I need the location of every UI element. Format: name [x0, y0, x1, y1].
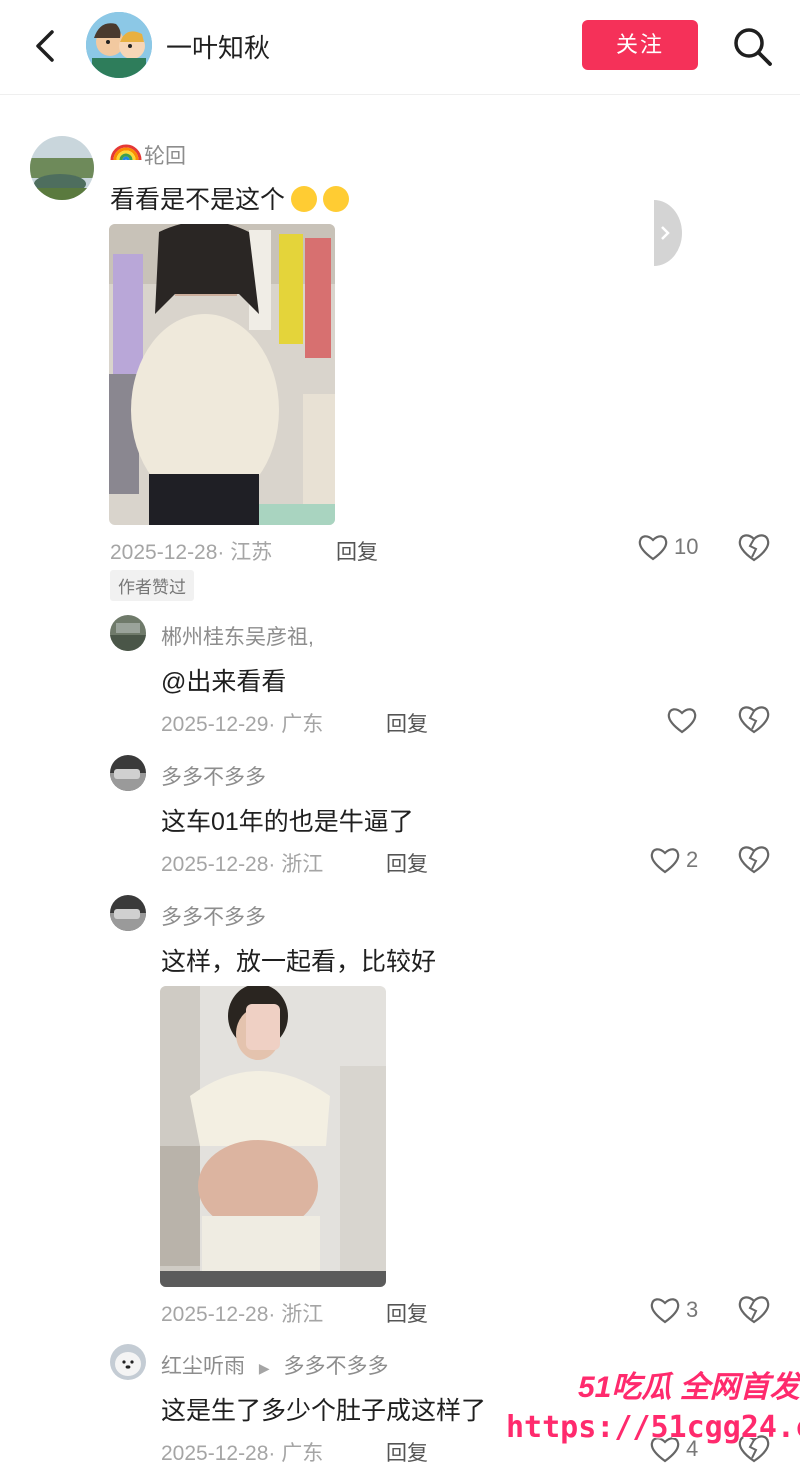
- like-count: 3: [686, 1297, 699, 1322]
- collapse-arrow-icon[interactable]: [654, 200, 682, 266]
- comment-image[interactable]: [109, 224, 335, 525]
- comment-page: 一叶知秋 关注 轮回 看看是不是这个 2025-12-28· 江苏 回复 10 …: [0, 0, 800, 1463]
- comment-username[interactable]: 轮回: [144, 140, 186, 170]
- like-button[interactable]: 3: [650, 1293, 698, 1327]
- avatar[interactable]: [110, 895, 146, 931]
- comment-username: 红尘听雨 ▶ 多多不多多: [161, 1350, 388, 1380]
- comment-username[interactable]: 郴州桂东吴彦祖,: [161, 621, 314, 651]
- reply-button[interactable]: 回复: [336, 536, 378, 566]
- author-avatar[interactable]: [86, 12, 152, 78]
- chevron-left-icon[interactable]: [28, 26, 64, 66]
- comment-date-location: 2025-12-28· 浙江: [161, 853, 324, 876]
- broken-heart-icon[interactable]: [738, 843, 770, 875]
- reply-arrow-icon: ▶: [258, 1360, 270, 1376]
- reply-button[interactable]: 回复: [386, 848, 428, 878]
- like-count: 2: [686, 847, 699, 872]
- comment-username[interactable]: 多多不多多: [161, 761, 266, 791]
- comment-date-location: 2025-12-28· 浙江: [161, 1303, 324, 1326]
- heart-icon: [650, 848, 680, 874]
- heart-icon: [667, 708, 697, 734]
- like-count: 10: [674, 534, 699, 559]
- heart-icon: [638, 535, 668, 561]
- comment-text-body: 看看是不是这个: [110, 186, 286, 214]
- rainbow-emoji-icon: [110, 144, 142, 161]
- heart-icon: [650, 1298, 680, 1324]
- broken-heart-icon[interactable]: [738, 531, 770, 563]
- comment-image[interactable]: [160, 986, 386, 1287]
- comment-date-location: 2025-12-29· 广东: [161, 713, 324, 736]
- avatar[interactable]: [110, 755, 146, 791]
- comment-date-location: 2025-12-28· 江苏: [110, 541, 273, 564]
- reply-target-username[interactable]: 多多不多多: [283, 1355, 388, 1378]
- comment-text: 看看是不是这个: [110, 180, 350, 216]
- comment-username[interactable]: 多多不多多: [161, 901, 266, 931]
- comment-username-text[interactable]: 红尘听雨: [161, 1355, 245, 1378]
- watermark-url: https://51cgg24.com: [506, 1410, 800, 1445]
- comment-text: 这车01年的也是牛逼了: [161, 808, 414, 836]
- comment-text: @出来看看: [161, 668, 287, 696]
- author-liked-badge: 作者赞过: [110, 570, 194, 601]
- search-icon[interactable]: [730, 24, 774, 68]
- avatar[interactable]: [110, 615, 146, 651]
- laughing-crying-emoji-icon: [323, 186, 350, 212]
- reply-button[interactable]: 回复: [386, 708, 428, 738]
- reply-button[interactable]: 回复: [386, 1298, 428, 1328]
- laughing-crying-emoji-icon: [291, 186, 318, 212]
- top-bar: 一叶知秋 关注: [0, 0, 800, 95]
- comment-date-location: 2025-12-28· 广东: [161, 1442, 324, 1463]
- broken-heart-icon[interactable]: [738, 1293, 770, 1325]
- avatar[interactable]: [110, 1344, 146, 1380]
- comment-text: 这是生了多少个肚子成这样了: [161, 1397, 487, 1425]
- watermark-title: 51吃瓜 全网首发: [578, 1371, 800, 1404]
- follow-button[interactable]: 关注: [582, 20, 698, 70]
- like-button[interactable]: [667, 703, 697, 737]
- like-button[interactable]: 10: [638, 530, 698, 564]
- avatar[interactable]: [30, 136, 94, 200]
- like-button[interactable]: 2: [650, 843, 698, 877]
- broken-heart-icon[interactable]: [738, 703, 770, 735]
- comment-text: 这样，放一起看，比较好: [161, 948, 437, 976]
- reply-button[interactable]: 回复: [386, 1437, 428, 1463]
- author-name[interactable]: 一叶知秋: [166, 28, 270, 65]
